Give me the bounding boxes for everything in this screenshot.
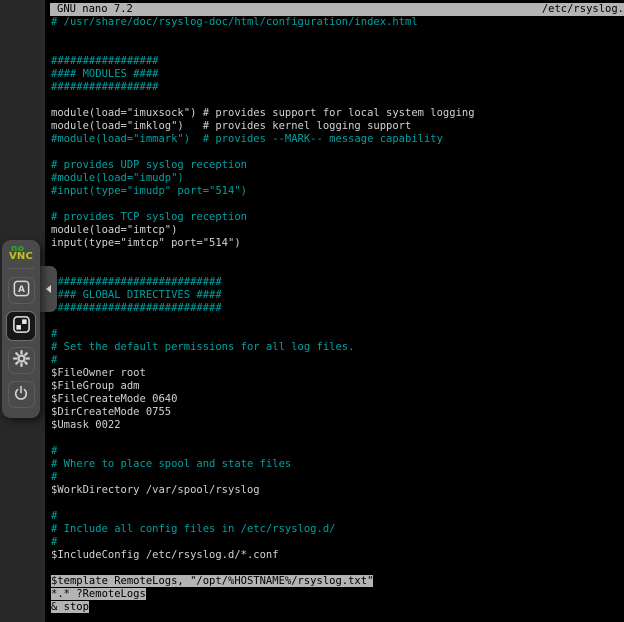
- code-line: [51, 562, 624, 575]
- code-line: $FileOwner root: [51, 367, 624, 380]
- code-line: # /usr/share/doc/rsyslog-doc/html/config…: [51, 16, 624, 29]
- code-line: #: [51, 536, 624, 549]
- novnc-logo-vnc: VNC: [9, 253, 33, 261]
- code-line: #module(load="imudp"): [51, 172, 624, 185]
- code-line: $template RemoteLogs, "/opt/%HOSTNAME%/r…: [51, 575, 624, 588]
- code-line: $WorkDirectory /var/spool/rsyslog: [51, 484, 624, 497]
- code-line: & stop: [51, 601, 624, 614]
- power-button[interactable]: [8, 381, 35, 408]
- nano-filename-label: /etc/rsyslog.: [542, 3, 624, 16]
- code-line: #################: [51, 55, 624, 68]
- fullscreen-icon: [12, 315, 31, 338]
- code-line: # Set the default permissions for all lo…: [51, 341, 624, 354]
- code-line: #### GLOBAL DIRECTIVES ####: [51, 289, 624, 302]
- keyboard-button[interactable]: A: [8, 277, 35, 304]
- code-line: $DirCreateMode 0755: [51, 406, 624, 419]
- code-line: [51, 42, 624, 55]
- code-line: ###########################: [51, 302, 624, 315]
- code-line: $FileGroup adm: [51, 380, 624, 393]
- code-line: # provides UDP syslog reception: [51, 159, 624, 172]
- panel-divider: [8, 268, 34, 269]
- code-line: #: [51, 328, 624, 341]
- code-line: #: [51, 510, 624, 523]
- collapse-left-icon: [46, 285, 51, 293]
- code-line: module(load="imuxsock") # provides suppo…: [51, 107, 624, 120]
- code-line: #: [51, 471, 624, 484]
- code-line: [51, 497, 624, 510]
- code-line: #: [51, 445, 624, 458]
- code-line: $IncludeConfig /etc/rsyslog.d/*.conf: [51, 549, 624, 562]
- code-line: [51, 263, 624, 276]
- code-line: #: [51, 354, 624, 367]
- settings-button[interactable]: [8, 347, 35, 374]
- svg-text:A: A: [18, 285, 25, 295]
- code-line: $Umask 0022: [51, 419, 624, 432]
- code-line: #### MODULES ####: [51, 68, 624, 81]
- code-line: [51, 315, 624, 328]
- code-line: # Where to place spool and state files: [51, 458, 624, 471]
- code-line: module(load="imtcp"): [51, 224, 624, 237]
- code-line: [51, 250, 624, 263]
- keyboard-a-icon: A: [12, 279, 31, 302]
- code-line: #input(type="imudp" port="514"): [51, 185, 624, 198]
- novnc-page: { "terminal": { "titlebar": { "app": "GN…: [0, 0, 624, 622]
- control-bar-handle[interactable]: [40, 266, 57, 312]
- code-line: # provides TCP syslog reception: [51, 211, 624, 224]
- code-line: [51, 94, 624, 107]
- nano-version-label: GNU nano 7.2: [57, 3, 133, 16]
- code-line: [51, 29, 624, 42]
- code-area: # /usr/share/doc/rsyslog-doc/html/config…: [51, 16, 624, 614]
- code-line: #module(load="immark") # provides --MARK…: [51, 133, 624, 146]
- fullscreen-button[interactable]: [6, 311, 36, 341]
- code-line: input(type="imtcp" port="514"): [51, 237, 624, 250]
- novnc-control-bar: no VNC A: [2, 240, 40, 418]
- code-line: [51, 432, 624, 445]
- code-line: *.* ?RemoteLogs: [51, 588, 624, 601]
- nano-titlebar: GNU nano 7.2 /etc/rsyslog.: [50, 3, 624, 16]
- novnc-logo: no VNC: [9, 245, 33, 261]
- code-line: [51, 146, 624, 159]
- vnc-remote-screen[interactable]: GNU nano 7.2 /etc/rsyslog. # /usr/share/…: [45, 0, 624, 622]
- power-icon: [12, 384, 30, 406]
- code-line: ###########################: [51, 276, 624, 289]
- code-line: module(load="imklog") # provides kernel …: [51, 120, 624, 133]
- code-line: #################: [51, 81, 624, 94]
- code-line: # Include all config files in /etc/rsysl…: [51, 523, 624, 536]
- gear-icon: [12, 349, 31, 372]
- code-line: $FileCreateMode 0640: [51, 393, 624, 406]
- code-line: [51, 198, 624, 211]
